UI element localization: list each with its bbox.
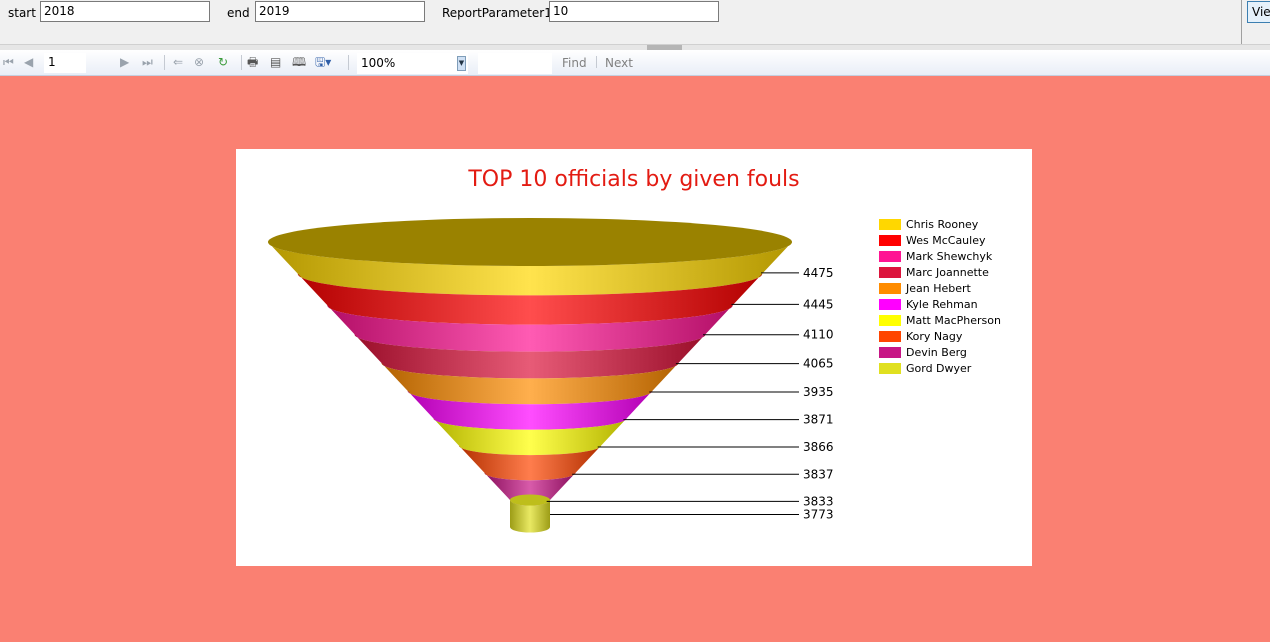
- report-body: TOP 10 officials by given fouls 4475 4445…: [236, 149, 1032, 566]
- data-label: 3871: [803, 413, 834, 427]
- print-icon[interactable]: 🖶: [247, 55, 258, 69]
- data-label: 4475: [803, 266, 834, 280]
- next-link[interactable]: Next: [605, 56, 633, 70]
- legend-swatch: [879, 235, 901, 246]
- chevron-down-icon[interactable]: ▼: [457, 56, 466, 71]
- legend-swatch: [879, 251, 901, 262]
- legend-label: Kory Nagy: [906, 330, 963, 343]
- page-setup-icon[interactable]: 🕮: [292, 55, 306, 69]
- current-page-input[interactable]: 1: [44, 53, 86, 73]
- funnel-stem-top: [510, 494, 550, 506]
- data-label: 4445: [803, 297, 834, 311]
- legend-label: Devin Berg: [906, 346, 967, 359]
- data-label: 3833: [803, 494, 834, 508]
- legend-swatch: [879, 299, 901, 310]
- end-input[interactable]: 2019: [255, 1, 425, 22]
- find-text-input[interactable]: [478, 53, 552, 74]
- toolbar-separator: [164, 55, 165, 70]
- legend-label: Mark Shewchyk: [906, 250, 993, 263]
- refresh-icon[interactable]: ↻: [218, 55, 228, 69]
- previous-page-icon[interactable]: ◀: [24, 55, 33, 69]
- export-icon[interactable]: 🖫▾: [315, 55, 331, 69]
- first-page-icon[interactable]: ⏮: [3, 55, 14, 69]
- stop-icon[interactable]: ⊗: [194, 55, 204, 69]
- legend-label: Marc Joannette: [906, 266, 989, 279]
- legend-label: Matt MacPherson: [906, 314, 1001, 327]
- legend-swatch: [879, 315, 901, 326]
- legend-swatch: [879, 283, 901, 294]
- next-page-icon[interactable]: ▶: [120, 55, 129, 69]
- back-icon[interactable]: ⇐: [173, 55, 183, 69]
- data-label: 3837: [803, 467, 834, 481]
- legend-swatch: [879, 331, 901, 342]
- data-label: 3935: [803, 385, 834, 399]
- legend-label: Chris Rooney: [906, 218, 979, 231]
- funnel-top-opening: [268, 218, 792, 266]
- end-label: end: [227, 6, 250, 20]
- data-label: 4065: [803, 357, 834, 371]
- report-parameter1-input[interactable]: 10: [549, 1, 719, 22]
- view-report-button[interactable]: View Report: [1247, 1, 1270, 23]
- zoom-select[interactable]: 100% ▼: [357, 53, 468, 74]
- report-parameter1-label: ReportParameter1: [442, 6, 552, 20]
- legend-swatch: [879, 219, 901, 230]
- legend-swatch: [879, 267, 901, 278]
- start-label: start: [8, 6, 36, 20]
- report-toolbar: ⏮ ◀ ▶ ⏭ ⇐ ⊗ ↻ 🖶 ▤ 🕮 🖫▾: [0, 50, 1270, 76]
- legend-swatch: [879, 347, 901, 358]
- parameter-divider: [1241, 0, 1242, 44]
- find-link[interactable]: Find: [562, 56, 587, 70]
- legend-label: Wes McCauley: [906, 234, 986, 247]
- legend-swatch: [879, 363, 901, 374]
- data-label: 3866: [803, 440, 834, 454]
- find-next-separator: [596, 56, 597, 68]
- toolbar-separator: [348, 55, 349, 70]
- last-page-icon[interactable]: ⏭: [142, 55, 153, 69]
- data-label: 4110: [803, 328, 834, 342]
- zoom-value: 100%: [361, 56, 396, 70]
- legend-label: Gord Dwyer: [906, 362, 972, 375]
- start-input[interactable]: 2018: [40, 1, 210, 22]
- legend-label: Jean Hebert: [906, 282, 971, 295]
- parameter-area: start 2018 end 2019 ReportParameter1 10 …: [0, 0, 1270, 44]
- data-label: 3773: [803, 508, 834, 522]
- legend-label: Kyle Rehman: [906, 298, 978, 311]
- toolbar-separator: [241, 55, 242, 70]
- print-layout-icon[interactable]: ▤: [270, 55, 281, 69]
